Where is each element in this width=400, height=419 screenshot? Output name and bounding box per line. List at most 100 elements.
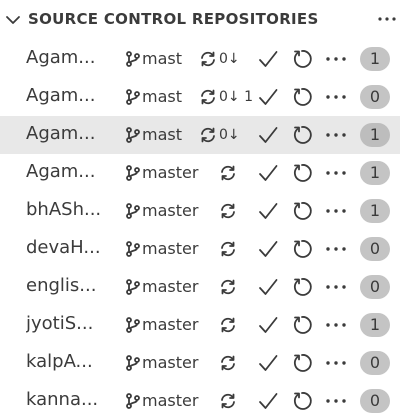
sync-icon[interactable] xyxy=(218,277,238,297)
check-icon[interactable] xyxy=(257,390,279,412)
ellipsis-icon[interactable] xyxy=(324,201,348,221)
refresh-icon[interactable] xyxy=(291,200,313,222)
ellipsis-icon[interactable] xyxy=(324,353,348,373)
repository-row[interactable]: bhASh... master 1 xyxy=(0,192,400,230)
sync-changes-button[interactable] xyxy=(218,353,244,373)
repository-row[interactable]: englis... master 0 xyxy=(0,268,400,306)
refresh-icon[interactable] xyxy=(291,314,313,336)
ellipsis-icon[interactable] xyxy=(324,163,348,183)
sync-icon[interactable] xyxy=(198,125,218,145)
refresh-icon[interactable] xyxy=(291,48,313,70)
repository-name: Agam... xyxy=(26,161,96,182)
sync-changes-button[interactable] xyxy=(218,239,244,259)
repository-row[interactable]: devaH... master 0 xyxy=(0,230,400,268)
ellipsis-icon[interactable] xyxy=(376,10,398,28)
changes-count-badge: 1 xyxy=(360,161,390,185)
sync-icon[interactable] xyxy=(198,49,218,69)
refresh-icon[interactable] xyxy=(291,162,313,184)
refresh-icon[interactable] xyxy=(291,276,313,298)
sync-changes-button[interactable] xyxy=(218,391,244,411)
sync-changes-button[interactable] xyxy=(218,163,244,183)
branch-indicator[interactable]: master xyxy=(124,201,206,221)
refresh-icon[interactable] xyxy=(291,352,313,374)
branch-indicator[interactable]: master xyxy=(124,315,206,335)
section-header[interactable]: SOURCE CONTROL REPOSITORIES xyxy=(0,0,400,40)
repository-row[interactable]: Agam... mast 0↓ 1 0 xyxy=(0,78,400,116)
branch-name: master xyxy=(142,315,199,334)
sync-icon[interactable] xyxy=(218,201,238,221)
branch-indicator[interactable]: master xyxy=(124,391,206,411)
check-icon[interactable] xyxy=(257,238,279,260)
branch-indicator[interactable]: mast xyxy=(124,87,186,107)
changes-count-badge: 1 xyxy=(360,313,390,337)
refresh-icon[interactable] xyxy=(291,390,313,412)
sync-status: 0↓ 1 xyxy=(219,89,252,105)
repository-name: Agam... xyxy=(26,85,96,106)
changes-count-badge: 0 xyxy=(360,85,390,109)
repository-list: Agam... mast 0↓ 1 Agam... mast 0↓ 1 0 Agam... mas… xyxy=(0,40,400,419)
ellipsis-icon[interactable] xyxy=(324,391,348,411)
check-icon[interactable] xyxy=(257,48,279,70)
branch-name: master xyxy=(142,201,199,220)
repository-row[interactable]: kanna... master 0 xyxy=(0,382,400,419)
branch-name: mast xyxy=(142,87,182,106)
check-icon[interactable] xyxy=(257,124,279,146)
changes-count-badge: 0 xyxy=(360,389,390,413)
sync-changes-button[interactable]: 0↓ 1 xyxy=(198,87,252,107)
sync-icon[interactable] xyxy=(218,239,238,259)
refresh-icon[interactable] xyxy=(291,124,313,146)
git-branch-icon xyxy=(126,89,140,105)
branch-name: mast xyxy=(142,49,182,68)
repository-name: englis... xyxy=(26,275,97,296)
sync-changes-button[interactable] xyxy=(218,201,244,221)
branch-indicator[interactable]: mast xyxy=(124,49,186,69)
chevron-down-icon[interactable] xyxy=(4,11,22,29)
branch-indicator[interactable]: master xyxy=(124,239,206,259)
sync-icon[interactable] xyxy=(218,315,238,335)
refresh-icon[interactable] xyxy=(291,238,313,260)
repository-row[interactable]: kalpA... master 0 xyxy=(0,344,400,382)
ellipsis-icon[interactable] xyxy=(324,315,348,335)
repository-name: devaH... xyxy=(26,237,101,258)
sync-changes-button[interactable]: 0↓ xyxy=(198,125,252,145)
check-icon[interactable] xyxy=(257,200,279,222)
check-icon[interactable] xyxy=(257,86,279,108)
git-branch-icon xyxy=(126,355,140,371)
source-control-repositories-panel: SOURCE CONTROL REPOSITORIES Agam... mast 0… xyxy=(0,0,400,419)
changes-count-badge: 0 xyxy=(360,275,390,299)
sync-icon[interactable] xyxy=(198,87,218,107)
git-branch-icon xyxy=(126,203,140,219)
branch-name: master xyxy=(142,353,199,372)
branch-name: master xyxy=(142,163,199,182)
sync-icon[interactable] xyxy=(218,163,238,183)
git-branch-icon xyxy=(126,279,140,295)
sync-changes-button[interactable] xyxy=(218,315,244,335)
sync-status: 0↓ xyxy=(219,51,240,67)
branch-indicator[interactable]: master xyxy=(124,277,206,297)
ellipsis-icon[interactable] xyxy=(324,125,348,145)
repository-row[interactable]: jyotiS... master 1 xyxy=(0,306,400,344)
repository-name: kalpA... xyxy=(26,351,93,372)
sync-changes-button[interactable] xyxy=(218,277,244,297)
ellipsis-icon[interactable] xyxy=(324,239,348,259)
sync-changes-button[interactable]: 0↓ xyxy=(198,49,252,69)
repository-row[interactable]: Agam... mast 0↓ 1 xyxy=(0,116,400,154)
sync-icon[interactable] xyxy=(218,391,238,411)
sync-icon[interactable] xyxy=(218,353,238,373)
ellipsis-icon[interactable] xyxy=(324,87,348,107)
branch-indicator[interactable]: mast xyxy=(124,125,186,145)
check-icon[interactable] xyxy=(257,314,279,336)
git-branch-icon xyxy=(126,51,140,67)
check-icon[interactable] xyxy=(257,276,279,298)
changes-count-badge: 0 xyxy=(360,351,390,375)
refresh-icon[interactable] xyxy=(291,86,313,108)
ellipsis-icon[interactable] xyxy=(324,49,348,69)
repository-row[interactable]: Agam... master 1 xyxy=(0,154,400,192)
branch-indicator[interactable]: master xyxy=(124,163,206,183)
repository-name: Agam... xyxy=(26,123,96,144)
ellipsis-icon[interactable] xyxy=(324,277,348,297)
repository-row[interactable]: Agam... mast 0↓ 1 xyxy=(0,40,400,78)
check-icon[interactable] xyxy=(257,162,279,184)
branch-indicator[interactable]: master xyxy=(124,353,206,373)
check-icon[interactable] xyxy=(257,352,279,374)
